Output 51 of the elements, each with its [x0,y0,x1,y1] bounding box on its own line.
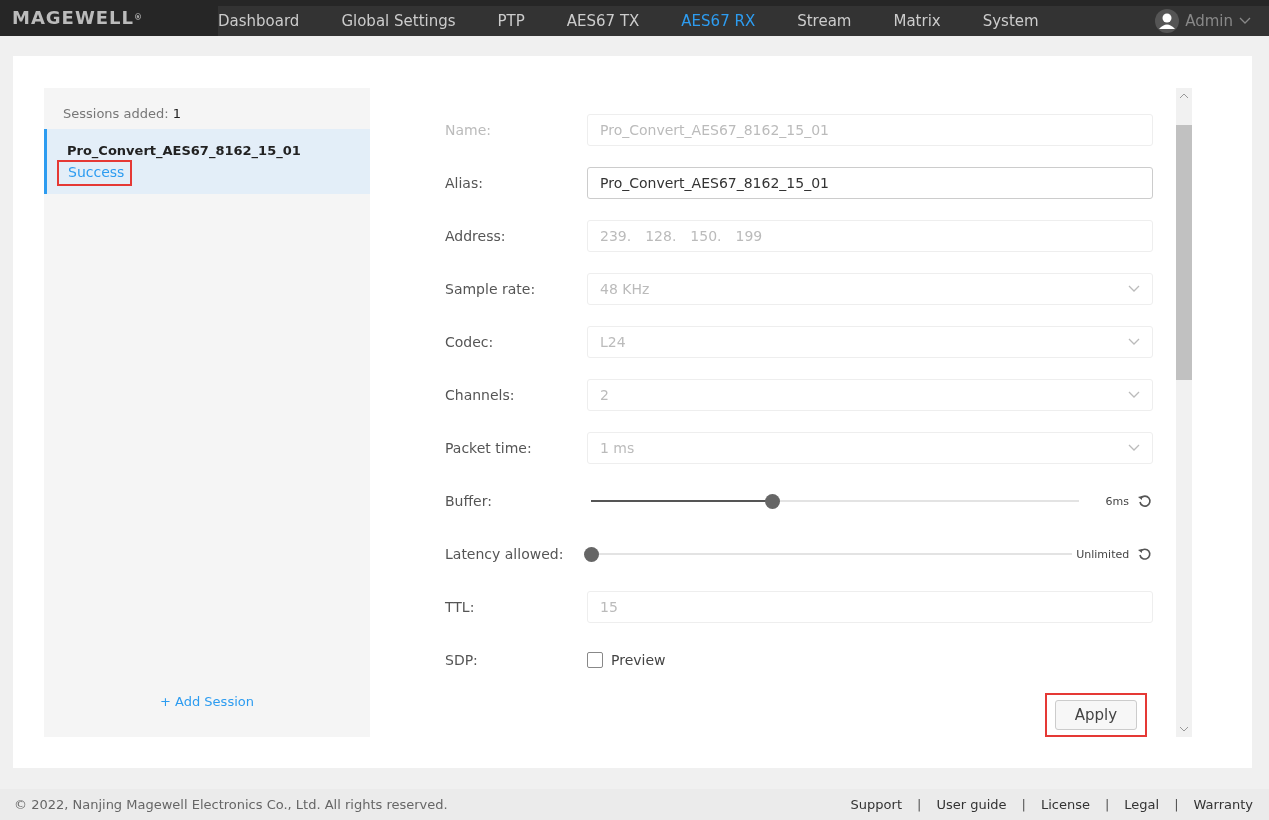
field-label: Address: [445,228,507,245]
field-label: Alias: [445,175,484,192]
nav-tab[interactable]: AES67 TX [566,11,640,30]
field-label: TTL: [445,599,476,616]
checkbox-label: Preview [611,652,666,669]
user-name[interactable]: Admin [1185,11,1233,30]
field-label: Sample rate: [445,281,537,298]
field-label: Latency allowed: [445,546,565,563]
slider-reading: Unlimited [1076,547,1130,561]
sessions-count: Sessions added: 1 [62,104,183,123]
session-item[interactable]: Pro_Convert_AES67_8162_15_01 Success [44,128,370,194]
field-label: Codec: [445,334,495,351]
nav-tab[interactable]: PTP [497,11,525,30]
footer-link[interactable]: User guide [936,796,1007,812]
session-name: Pro_Convert_AES67_8162_15_01 [67,142,301,158]
text-field[interactable]: Pro_Convert_AES67_8162_15_01 [587,167,1153,200]
footer-link[interactable]: Warranty [1193,796,1253,812]
reset-icon[interactable] [1137,493,1153,510]
session-status: Success [57,159,133,186]
chevron-down-icon [1128,285,1140,294]
reset-icon[interactable] [1137,546,1153,563]
nav-tab[interactable]: System [982,11,1039,30]
separator: | [1021,796,1026,812]
separator: | [1174,796,1179,812]
separator: | [917,796,922,812]
nav-tab[interactable]: Stream [797,11,852,30]
chevron-down-icon [1128,444,1140,453]
field-label: Packet time: [445,440,533,457]
slider-thumb[interactable] [764,493,780,509]
checkbox[interactable] [587,652,603,669]
chevron-down-icon [1128,391,1140,400]
field-label: Buffer: [445,493,493,510]
field-label: Channels: [445,387,516,404]
apply-button[interactable]: Apply [1055,699,1137,730]
nav-tab[interactable]: Global Settings [341,11,456,30]
footer-link[interactable]: Legal [1124,796,1160,812]
footer-link[interactable]: License [1040,796,1090,812]
nav-tab[interactable]: Dashboard [218,11,300,30]
nav-tab[interactable]: AES67 RX [681,11,756,30]
nav-tab[interactable]: Matrix [893,11,941,30]
field-label: SDP: [445,652,479,669]
field-label: Name: [445,122,493,139]
slider-thumb[interactable] [584,546,599,562]
chevron-down-icon[interactable] [1239,16,1251,25]
logo: MAGEWELL$^{®}$ [11,6,144,31]
slider-reading: 6ms [1105,494,1129,508]
user-avatar-icon[interactable] [1155,8,1180,33]
footer-link[interactable]: Support [850,796,902,812]
copyright-text: © 2022, Nanjing Magewell Electronics Co., Ltd. All rights reserved. [14,796,448,812]
chevron-down-icon [1128,338,1140,347]
separator: | [1104,796,1110,812]
